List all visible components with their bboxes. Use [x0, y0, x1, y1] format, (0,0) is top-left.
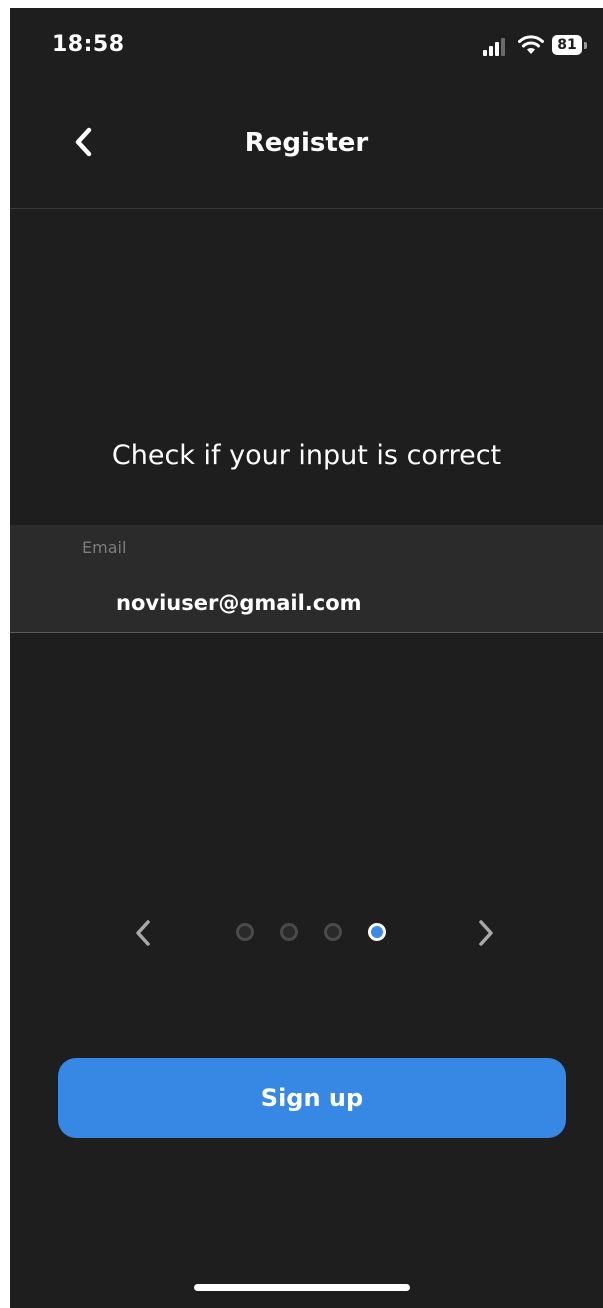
- chevron-right-icon: [479, 920, 493, 946]
- status-bar: 18:58 81: [10, 8, 603, 88]
- step-dot-2[interactable]: [280, 923, 298, 941]
- battery-level: 81: [552, 35, 582, 55]
- previous-step-button[interactable]: [129, 918, 159, 948]
- email-field-label: Email: [82, 538, 127, 557]
- sign-up-button[interactable]: Sign up: [58, 1058, 566, 1138]
- email-field-value: noviuser@gmail.com: [116, 591, 362, 615]
- nav-bar: Register: [10, 98, 603, 209]
- next-step-button[interactable]: [470, 918, 500, 948]
- step-dot-1[interactable]: [236, 923, 254, 941]
- home-indicator[interactable]: [194, 1284, 410, 1291]
- wifi-icon: [518, 35, 544, 54]
- email-field: Email noviuser@gmail.com: [10, 525, 603, 633]
- register-screen: 18:58 81 Register Check if your input is…: [10, 8, 603, 1308]
- step-dot-4-active[interactable]: [368, 923, 386, 941]
- status-time: 18:58: [52, 32, 125, 57]
- instruction-text: Check if your input is correct: [111, 440, 502, 471]
- step-dot-3[interactable]: [324, 923, 342, 941]
- battery-tip: [584, 42, 587, 49]
- chevron-left-icon: [136, 920, 150, 946]
- signal-icon: [483, 38, 505, 56]
- step-pager: [10, 908, 603, 958]
- page-title: Register: [244, 128, 369, 158]
- battery-icon: 81: [552, 35, 588, 55]
